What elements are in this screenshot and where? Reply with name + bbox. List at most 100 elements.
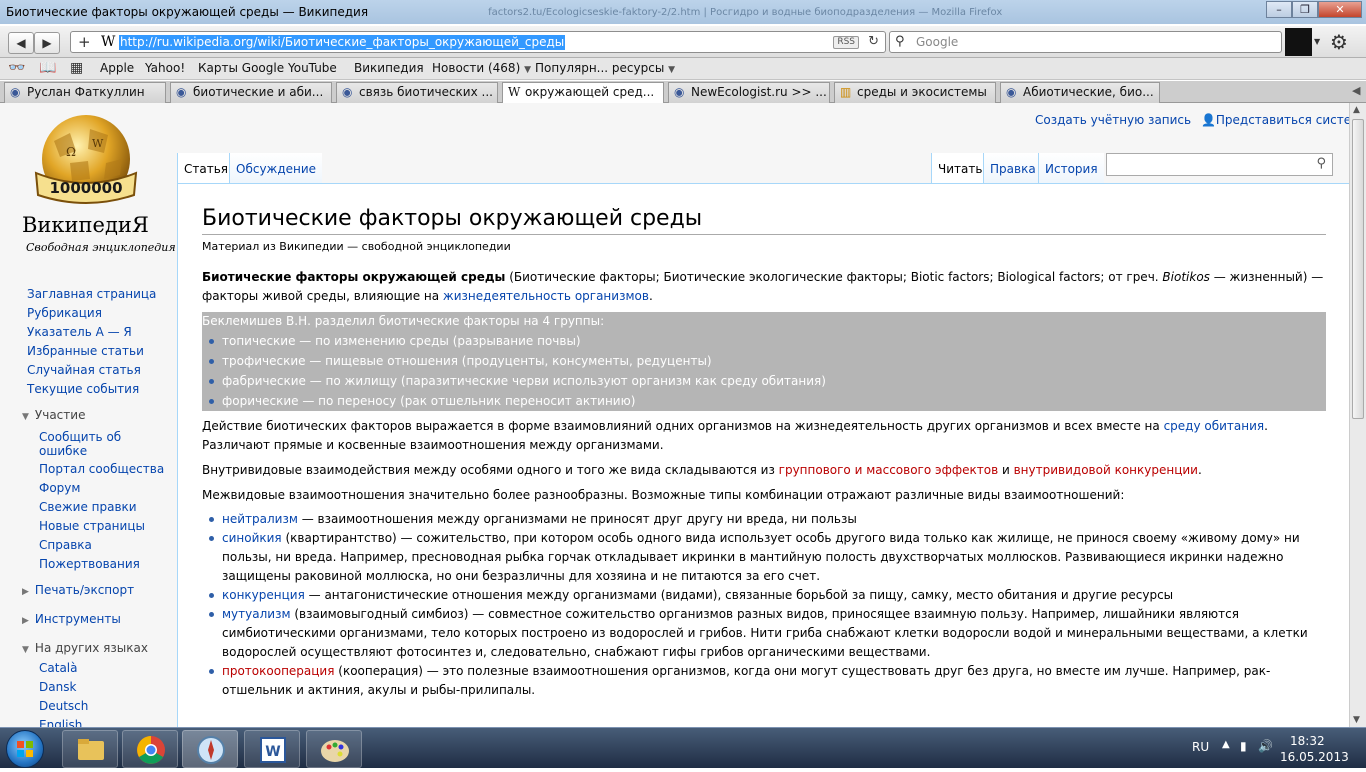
sidebar-item-current-events[interactable]: Текущие события [27,380,156,399]
lang-english[interactable]: English [39,716,88,727]
chevron-down-icon: ▼ [668,65,676,75]
bookmark-apple[interactable]: Apple [100,61,134,75]
wiki-search-input[interactable]: ⚲ [1106,153,1333,176]
chevron-down-icon[interactable]: ▼ [1314,37,1320,46]
sidebar-item-donate[interactable]: Пожертвования [39,555,164,574]
rss-button[interactable]: RSS [833,36,859,49]
tab-3[interactable]: ◉ связь биотических ... [336,82,498,103]
sidebar-item-main-page[interactable]: Заглавная страница [27,285,156,304]
lang-catala[interactable]: Català [39,659,88,678]
wikipedia-logo[interactable]: Ω W 1000000 [30,111,142,219]
list-item: форические — по переносу (рак отшельник … [209,391,1326,411]
link-neutralism[interactable]: нейтрализм [222,512,298,526]
sidebar-navigation: Заглавная страница Рубрикация Указатель … [27,285,156,399]
sidebar-item-help[interactable]: Справка [39,536,164,555]
chrome-icon [137,736,165,764]
tab-talk[interactable]: Обсуждение [229,153,323,184]
create-account-link[interactable]: Создать учётную запись [1035,113,1191,127]
tab-6[interactable]: ▥ среды и экосистемы [834,82,996,103]
search-icon[interactable]: ⚲ [1316,156,1326,171]
sidebar-item-report-error[interactable]: Сообщить об ошибке [39,430,129,458]
link-synoecy[interactable]: синойкия [222,531,282,545]
globe-icon: ◉ [176,85,187,99]
bookmark-popular[interactable]: Популярн... ресурсы ▼ [535,61,675,75]
tab-5[interactable]: ◉ NewEcologist.ru >> ... [668,82,830,103]
folder-icon [78,739,104,760]
tab-1[interactable]: ◉ Руслан Фаткуллин [4,82,166,103]
back-arrow-icon: ◀ [16,36,26,50]
link-habitat[interactable]: среду обитания [1164,419,1265,433]
tab-article[interactable]: Статья [177,153,235,184]
language-indicator[interactable]: RU [1192,740,1209,754]
svg-text:W: W [265,744,280,760]
start-button[interactable] [6,730,44,768]
tab-edit[interactable]: Правка [983,153,1042,184]
forward-button[interactable]: ▶ [34,32,60,54]
reload-icon[interactable]: ↻ [868,34,879,49]
tab-read[interactable]: Читать [931,153,989,184]
taskbar-paint[interactable] [306,730,362,768]
link-vital-activity[interactable]: жизнедеятельность организмов [443,289,649,303]
volume-icon[interactable]: 🔊 [1258,739,1273,753]
tab-4-active[interactable]: Wокружающей сред... [502,82,664,104]
sidebar-item-random[interactable]: Случайная статья [27,361,156,380]
url-text[interactable]: http://ru.wikipedia.org/wiki/Биотические… [119,35,566,50]
taskbar-word[interactable]: W [244,730,300,768]
windows-logo-icon [17,741,33,757]
minimize-button[interactable]: – [1266,1,1292,18]
address-bar[interactable]: + W http://ru.wikipedia.org/wiki/Биотиче… [70,31,886,53]
taskbar-chrome[interactable] [122,730,178,768]
lang-deutsch[interactable]: Deutsch [39,697,88,716]
maximize-button[interactable]: ❐ [1292,1,1318,18]
portlet-participation[interactable]: ▼ Участие [22,408,85,422]
sidebar-item-featured[interactable]: Избранные статьи [27,342,156,361]
tab-scroll-left-icon[interactable]: ◀ [1352,84,1360,97]
network-icon[interactable]: ▮ [1240,739,1247,753]
sidebar-item-categories[interactable]: Рубрикация [27,304,156,323]
taskbar-browser-active[interactable] [182,730,238,768]
login-link[interactable]: Представиться системе [1216,113,1349,127]
link-intraspecific-competition[interactable]: внутривидовой конкуренции [1014,463,1198,477]
gear-icon[interactable]: ⚙ [1330,30,1348,54]
tab-2[interactable]: ◉ биотические и аби... [170,82,332,103]
add-icon[interactable]: + [78,33,91,51]
back-button[interactable]: ◀ [8,32,34,54]
close-button[interactable]: ✕ [1318,1,1362,18]
forward-arrow-icon: ▶ [42,36,52,50]
portlet-tools[interactable]: ▶ Инструменты [22,612,121,626]
scrollbar-thumb[interactable] [1352,119,1364,419]
portlet-languages[interactable]: ▼ На других языках [22,641,148,655]
tab-7[interactable]: ◉ Абиотические, био... [1000,82,1160,103]
tray-expand-icon[interactable]: ▲ [1222,739,1230,750]
scroll-up-icon[interactable]: ▲ [1353,105,1360,115]
bookmark-wikipedia[interactable]: Википедия [354,61,424,75]
bookmark-news[interactable]: Новости (468) ▼ [432,61,531,75]
lang-dansk[interactable]: Dansk [39,678,88,697]
list-item: трофические — пищевые отношения (продуце… [209,351,1326,371]
clock-date[interactable]: 16.05.2013 [1280,750,1349,764]
bookmark-youtube[interactable]: YouTube [288,61,337,75]
link-competition[interactable]: конкуренция [222,588,305,602]
link-protocooperation[interactable]: протокооперация [222,664,334,678]
vertical-scrollbar[interactable]: ▲ ▼ [1349,103,1366,727]
bookmark-google-maps[interactable]: Карты Google [198,61,284,75]
list-item: топические — по изменению среды (разрыва… [209,331,1326,351]
clock-time[interactable]: 18:32 [1290,734,1325,748]
scroll-down-icon[interactable]: ▼ [1353,715,1360,725]
sidebar-item-new-pages[interactable]: Новые страницы [39,517,164,536]
sidebar-item-forum[interactable]: Форум [39,479,164,498]
link-group-effects[interactable]: группового и массового эффектов [779,463,999,477]
book-icon[interactable]: 📖 [39,60,56,76]
sidebar-item-index[interactable]: Указатель А — Я [27,323,156,342]
link-mutualism[interactable]: мутуализм [222,607,291,621]
search-box[interactable]: ⚲ Google [889,31,1282,53]
sidebar-item-community-portal[interactable]: Портал сообщества [39,460,164,479]
portlet-print[interactable]: ▶ Печать/экспорт [22,583,134,597]
taskbar-explorer[interactable] [62,730,118,768]
bookmark-yahoo[interactable]: Yahoo! [145,61,185,75]
reader-glasses-icon[interactable]: 👓 [8,60,25,76]
grid-icon[interactable]: ▦ [70,60,83,76]
tab-history[interactable]: История [1038,153,1104,184]
profile-button[interactable] [1285,28,1312,56]
sidebar-item-recent-changes[interactable]: Свежие правки [39,498,164,517]
